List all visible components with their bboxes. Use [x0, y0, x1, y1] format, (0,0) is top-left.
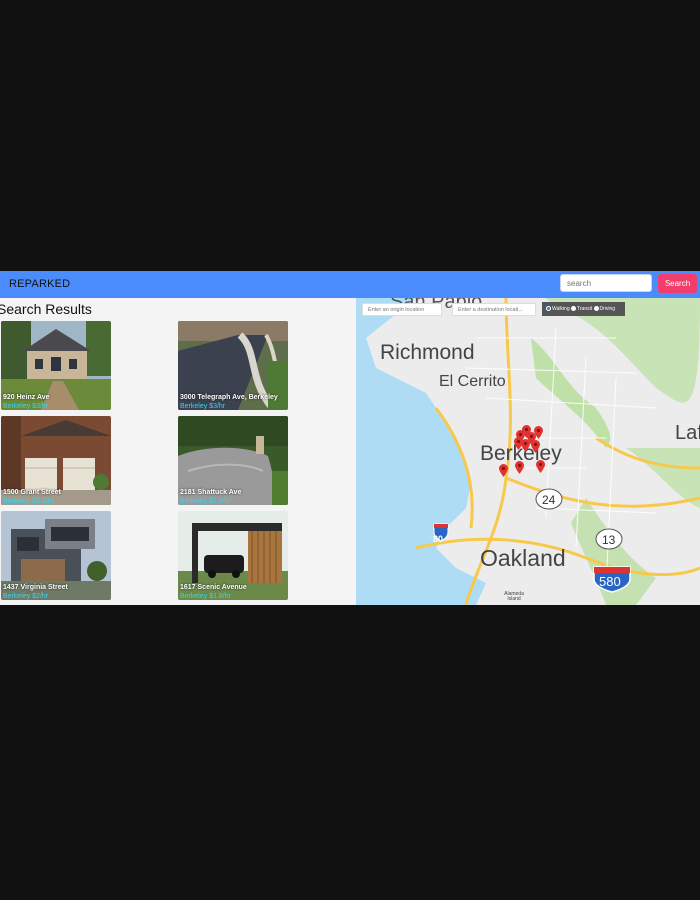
listing-price: Berkeley $3/hr [180, 403, 226, 410]
listing-address: 920 Heinz Ave [3, 394, 50, 401]
listing-card[interactable]: 2181 Shattuck Ave Berkeley $1.5/hr [178, 416, 288, 505]
results-title: Search Results [0, 301, 92, 317]
driving-radio[interactable] [593, 306, 599, 312]
listing-card[interactable]: 3000 Telegraph Ave, Berkeley Berkeley $3… [178, 321, 288, 410]
map-label-lafayette: Laf [675, 422, 700, 444]
driving-label[interactable]: Driving [600, 306, 616, 312]
listing-price: Berkeley $1.8/hr [180, 593, 231, 600]
map-marker-icon[interactable] [521, 439, 530, 452]
brand-logo[interactable]: REPARKED [9, 278, 70, 290]
listing-price: Berkeley $2/hr [3, 593, 49, 600]
search-button[interactable]: Search [658, 274, 697, 293]
listing-address: 3000 Telegraph Ave, Berkeley [180, 394, 278, 401]
origin-input[interactable]: Enter an origin location [362, 303, 442, 316]
map-label-richmond: Richmond [380, 341, 475, 364]
map-marker-icon[interactable] [531, 440, 540, 453]
listing-price: Berkeley $2.1/hr [3, 498, 54, 505]
map-marker-icon[interactable] [534, 426, 543, 439]
listing-price: Berkeley $1.5/hr [180, 498, 231, 505]
results-panel: Search Results 920 Heinz Ave Berkeley $3… [0, 298, 356, 605]
shield-24-label: 24 [542, 493, 556, 507]
map-label-oakland: Oakland [480, 545, 566, 571]
shield-13-label: 13 [602, 533, 616, 547]
map-label-alameda: Alameda Island [504, 591, 524, 602]
listing-card[interactable]: 1617 Scenic Avenue Berkeley $1.8/hr [178, 511, 288, 600]
destination-input[interactable]: Enter a destination locati... [452, 303, 536, 316]
map-marker-icon[interactable] [536, 460, 545, 473]
navbar: REPARKED Search [0, 271, 700, 298]
transit-label[interactable]: Transit [577, 306, 592, 312]
map-label-el-cerrito: El Cerrito [439, 373, 506, 390]
search-input[interactable] [560, 274, 652, 292]
map-marker-icon[interactable] [515, 461, 524, 474]
shield-580-label: 580 [599, 574, 621, 589]
listing-price: Berkeley $3/hr [3, 403, 49, 410]
listing-card[interactable]: 1500 Grant Street Berkeley $2.1/hr [1, 416, 111, 505]
map-marker-icon[interactable] [499, 464, 508, 477]
map-view[interactable]: San Pablo Richmond El Cerrito Berkeley O… [356, 298, 700, 605]
listing-address: 1617 Scenic Avenue [180, 584, 247, 591]
travel-mode-selector: Walking Transit Driving [542, 302, 625, 316]
listing-address: 1500 Grant Street [3, 489, 61, 496]
walking-label[interactable]: Walking [552, 306, 570, 312]
listing-card[interactable]: 920 Heinz Ave Berkeley $3/hr [1, 321, 111, 410]
shield-i80-label: 80 [433, 534, 444, 544]
walking-radio[interactable] [546, 306, 551, 312]
transit-radio[interactable] [571, 306, 576, 312]
listing-address: 2181 Shattuck Ave [180, 489, 242, 496]
listing-address: 1437 Virginia Street [3, 584, 68, 591]
listing-card[interactable]: 1437 Virginia Street Berkeley $2/hr [1, 511, 111, 600]
app-frame: REPARKED Search Search Results 920 Heinz… [0, 271, 700, 605]
